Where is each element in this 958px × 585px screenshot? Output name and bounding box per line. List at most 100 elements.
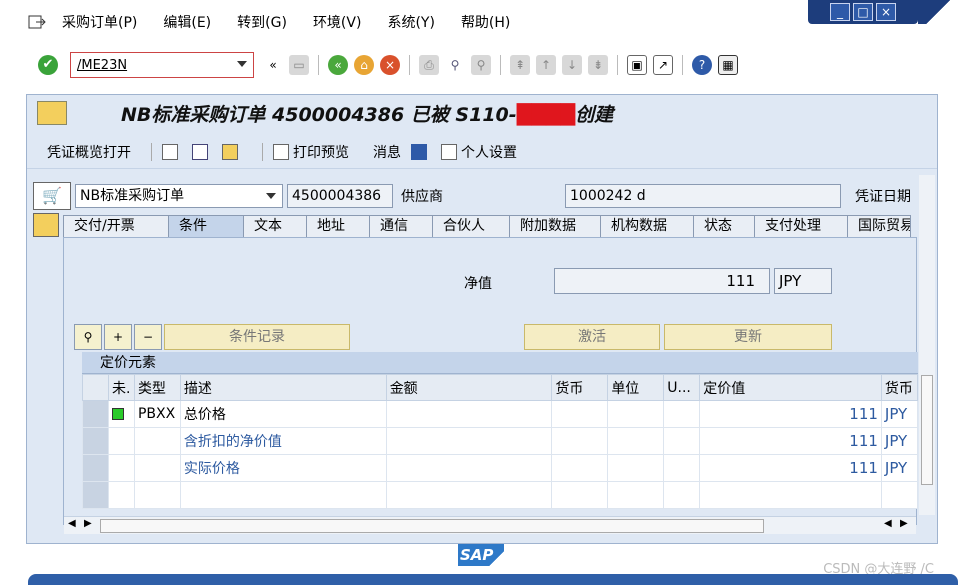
command-input[interactable]: [77, 57, 227, 73]
menu-edit[interactable]: 编辑(E): [163, 12, 211, 32]
new-session-icon[interactable]: ▣: [627, 55, 647, 75]
po-number-field[interactable]: 4500004386: [287, 184, 393, 208]
tab-additional-data[interactable]: 附加数据: [509, 215, 601, 237]
condition-currency-cell: JPY: [880, 454, 919, 482]
table-row[interactable]: PBXX 总价格 111 JPY: [82, 400, 919, 428]
command-field[interactable]: [70, 52, 254, 78]
exit-icon[interactable]: [28, 15, 46, 29]
col-description[interactable]: 描述: [179, 374, 387, 401]
tab-status[interactable]: 状态: [693, 215, 755, 237]
amount-cell[interactable]: [385, 427, 553, 455]
expand-header-icon[interactable]: [33, 213, 59, 237]
uom-cell[interactable]: [663, 427, 701, 455]
delete-row-icon[interactable]: −: [134, 324, 162, 350]
currency-cell[interactable]: [551, 427, 609, 455]
find-icon[interactable]: ⚲: [445, 55, 465, 75]
help-icon[interactable]: ?: [692, 55, 712, 75]
uom-cell[interactable]: [663, 400, 701, 428]
amount-cell[interactable]: [385, 481, 553, 509]
amount-cell[interactable]: [385, 454, 553, 482]
table-row[interactable]: 含折扣的净价值 111 JPY: [82, 427, 919, 455]
table-row[interactable]: [82, 481, 919, 509]
col-status[interactable]: 未.: [107, 374, 135, 401]
menu-goto[interactable]: 转到(G): [237, 12, 287, 32]
update-button[interactable]: 更新: [664, 324, 832, 350]
tab-payment[interactable]: 支付处理: [754, 215, 848, 237]
currency-cell[interactable]: [551, 454, 609, 482]
scroll-right-icon[interactable]: ▶: [84, 518, 92, 529]
uom-cell[interactable]: [663, 454, 701, 482]
new-document-button[interactable]: [162, 143, 182, 160]
unit-cell[interactable]: [607, 427, 665, 455]
scroll-left-icon[interactable]: ◀: [68, 518, 76, 529]
horizontal-scrollbar[interactable]: ◀ ▶ ◀ ▶: [64, 516, 916, 534]
currency-cell[interactable]: [551, 400, 609, 428]
scroll-left-end-icon[interactable]: ◀: [884, 518, 892, 529]
description-cell[interactable]: 含折扣的净价值: [179, 427, 387, 455]
unit-cell[interactable]: [607, 454, 665, 482]
type-cell[interactable]: PBXX: [133, 400, 181, 428]
info-button[interactable]: [411, 143, 431, 160]
col-unit[interactable]: 单位: [607, 374, 665, 401]
type-cell[interactable]: [133, 427, 181, 455]
col-condition-value[interactable]: 定价值: [699, 374, 882, 401]
col-type[interactable]: 类型: [133, 374, 181, 401]
tab-texts[interactable]: 文本: [243, 215, 307, 237]
tab-address[interactable]: 地址: [306, 215, 370, 237]
col-currency[interactable]: 货币: [551, 374, 609, 401]
layout-menu-icon[interactable]: ▦: [718, 55, 738, 75]
tab-conditions[interactable]: 条件: [168, 215, 244, 237]
menu-environment[interactable]: 环境(V): [313, 12, 362, 32]
exit-transaction-icon[interactable]: ⌂: [354, 55, 374, 75]
condition-detail-icon[interactable]: ⚲: [74, 324, 102, 350]
tab-delivery-invoice[interactable]: 交付/开票: [63, 215, 169, 237]
menu-help[interactable]: 帮助(H): [461, 12, 510, 32]
row-selector[interactable]: [82, 427, 109, 455]
tab-communication[interactable]: 通信: [369, 215, 433, 237]
vendor-field[interactable]: 1000242 d: [565, 184, 841, 208]
personal-settings-button[interactable]: 个人设置: [441, 142, 517, 162]
unit-cell[interactable]: [607, 400, 665, 428]
tab-partners[interactable]: 合伙人: [432, 215, 510, 237]
menu-purchase-order[interactable]: 采购订单(P): [62, 12, 137, 32]
other-document-button[interactable]: [222, 143, 242, 160]
col-amount[interactable]: 金额: [385, 374, 553, 401]
cancel-icon[interactable]: ×: [380, 55, 400, 75]
currency-cell[interactable]: [551, 481, 609, 509]
cart-icon[interactable]: 🛒: [33, 182, 71, 210]
amount-cell[interactable]: [385, 400, 553, 428]
scroll-right-end-icon[interactable]: ▶: [900, 518, 908, 529]
col-uom[interactable]: U...: [663, 374, 701, 401]
chevron-down-icon[interactable]: [237, 61, 247, 67]
chevron-down-icon[interactable]: [266, 193, 276, 199]
collapse-icon[interactable]: «: [263, 55, 283, 75]
unit-cell[interactable]: [607, 481, 665, 509]
print-preview-button[interactable]: 打印预览: [273, 142, 349, 162]
tab-org-data[interactable]: 机构数据: [600, 215, 694, 237]
col-cond-currency[interactable]: 货币: [880, 374, 919, 401]
shortcut-icon[interactable]: ↗: [653, 55, 673, 75]
enter-icon[interactable]: ✔: [38, 55, 58, 75]
table-row[interactable]: 实际价格 111 JPY: [82, 454, 919, 482]
menu-system[interactable]: 系统(Y): [387, 12, 434, 32]
description-cell[interactable]: 实际价格: [179, 454, 387, 482]
type-cell[interactable]: [133, 481, 181, 509]
select-all-header[interactable]: [82, 374, 109, 401]
uom-cell[interactable]: [663, 481, 701, 509]
change-display-button[interactable]: [192, 143, 212, 160]
overview-button[interactable]: 凭证概览打开: [47, 142, 131, 162]
row-selector[interactable]: [82, 481, 109, 509]
messages-button[interactable]: 消息: [373, 142, 401, 162]
doc-type-select[interactable]: NB标准采购订单: [75, 184, 283, 208]
tab-foreign-trade[interactable]: 国际贸易: [847, 215, 911, 237]
vertical-scrollbar[interactable]: [919, 175, 935, 515]
condition-records-button[interactable]: 条件记录: [164, 324, 350, 350]
type-cell[interactable]: [133, 454, 181, 482]
insert-row-icon[interactable]: +: [104, 324, 132, 350]
vertical-scroll-thumb[interactable]: [921, 375, 933, 485]
row-selector[interactable]: [82, 400, 109, 428]
horizontal-scroll-thumb[interactable]: [100, 519, 764, 533]
row-selector[interactable]: [82, 454, 109, 482]
activate-button[interactable]: 激活: [524, 324, 660, 350]
back-icon[interactable]: «: [328, 55, 348, 75]
